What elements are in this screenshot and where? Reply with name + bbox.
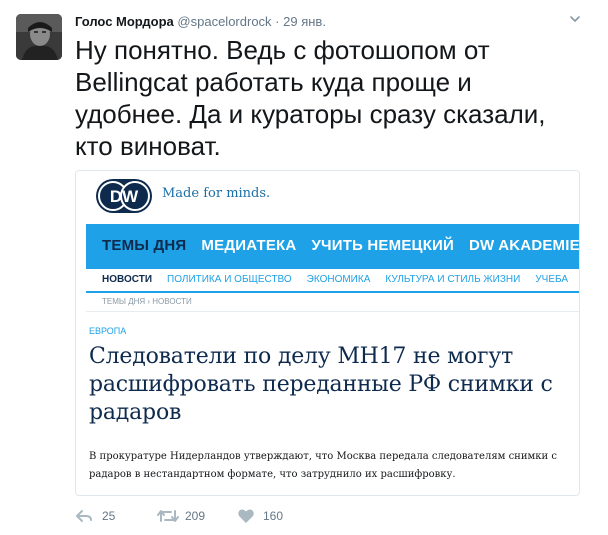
breadcrumb: ТЕМЫ ДНЯ › НОВОСТИ [102,297,192,306]
tweet-text: Ну понятно. Ведь с фотошопом от Bellingc… [75,35,546,161]
link-card[interactable]: DW Made for minds. ТЕМЫ ДНЯ МЕДИАТЕКА УЧИТ… [75,170,580,496]
dw-nav-bar: ТЕМЫ ДНЯ МЕДИАТЕКА УЧИТЬ НЕМЕЦКИЙ DW AKADEM… [86,224,579,291]
tweet-timestamp[interactable]: 29 янв. [283,14,326,29]
tweet-header: Голос Мордора @spacelordrock · 29 янв. [75,13,326,30]
dw-sub-nav: НОВОСТИ ПОЛИТИКА И ОБЩЕСТВО ЭКОНОМИКА КУЛЬТ… [86,269,579,291]
avatar[interactable] [16,14,62,60]
author-handle[interactable]: @spacelordrock [177,14,271,29]
dw-logo-text: DW [110,187,139,206]
like-count: 160 [263,509,284,523]
subnav-item-education[interactable]: УЧЕБА [535,274,568,285]
nav-item-akademie[interactable]: DW AKADEMIE [469,237,579,254]
section-label: ЕВРОПА [89,326,127,336]
retweet-count: 209 [185,509,206,523]
divider [86,311,579,312]
subnav-item-culture[interactable]: КУЛЬТУРА И СТИЛЬ ЖИЗНИ [385,274,520,285]
author-name[interactable]: Голос Мордора [75,14,174,29]
header-separator: · [275,14,280,29]
chevron-down-icon[interactable] [568,12,582,26]
dw-main-nav: ТЕМЫ ДНЯ МЕДИАТЕКА УЧИТЬ НЕМЕЦКИЙ DW AKADEM… [102,237,579,254]
reply-count: 25 [102,509,116,523]
article-lead: В прокуратуре Нидерландов утверждают, чт… [89,451,557,480]
tweet-actions: 25 209 160 [75,506,335,526]
nav-item-learn-german[interactable]: УЧИТЬ НЕМЕЦКИЙ [311,237,454,254]
subnav-item-economy[interactable]: ЭКОНОМИКА [307,274,371,285]
dw-logo: DW [95,178,153,214]
subnav-item-news[interactable]: НОВОСТИ [102,274,152,285]
slogan: Made for minds. [162,186,271,201]
nav-item-topics[interactable]: ТЕМЫ ДНЯ [102,237,186,254]
article-headline: Следователи по делу МН17 не могут расшиф… [89,344,553,425]
nav-item-mediacenter[interactable]: МЕДИАТЕКА [201,237,296,254]
subnav-item-politics[interactable]: ПОЛИТИКА И ОБЩЕСТВО [167,274,292,285]
subnav-underline [86,291,579,293]
